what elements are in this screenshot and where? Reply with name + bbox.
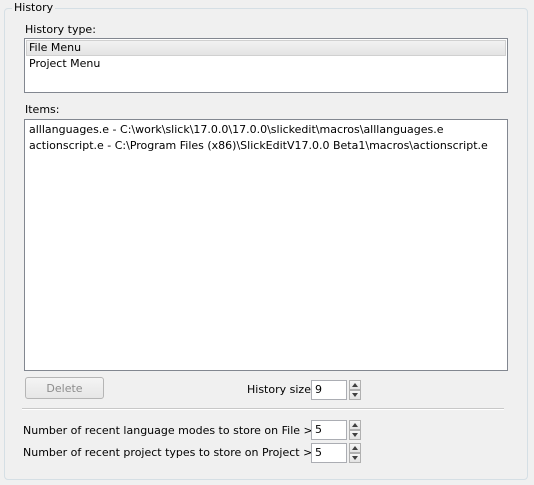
items-list[interactable]: alllanguages.e - C:\work\slick\17.0.0\17… bbox=[24, 119, 508, 371]
delete-button[interactable]: Delete bbox=[25, 377, 104, 399]
items-row[interactable]: actionscript.e - C:\Program Files (x86)\… bbox=[26, 138, 506, 154]
recent-project-types-spinner[interactable]: 5 bbox=[311, 443, 363, 463]
triangle-down-icon[interactable] bbox=[349, 390, 361, 400]
history-group-title: History bbox=[12, 1, 56, 15]
recent-project-types-input[interactable]: 5 bbox=[311, 443, 347, 463]
history-size-label: History size: bbox=[247, 383, 315, 396]
history-type-list[interactable]: File Menu Project Menu bbox=[24, 38, 508, 93]
history-size-input[interactable]: 9 bbox=[311, 380, 347, 400]
items-row[interactable]: alllanguages.e - C:\work\slick\17.0.0\17… bbox=[26, 122, 506, 138]
recent-language-modes-spinner[interactable]: 5 bbox=[311, 420, 363, 440]
triangle-up-icon[interactable] bbox=[349, 380, 361, 390]
triangle-down-icon[interactable] bbox=[349, 453, 361, 463]
recent-language-modes-arrows[interactable] bbox=[349, 420, 361, 440]
triangle-up-icon[interactable] bbox=[349, 443, 361, 453]
history-type-label: History type: bbox=[25, 23, 96, 36]
recent-language-modes-label: Number of recent language modes to store… bbox=[23, 424, 344, 437]
history-size-spinner[interactable]: 9 bbox=[311, 380, 363, 400]
history-type-item-project-menu[interactable]: Project Menu bbox=[26, 56, 506, 72]
triangle-up-icon[interactable] bbox=[349, 420, 361, 430]
recent-project-types-label: Number of recent project types to store … bbox=[23, 446, 343, 459]
history-type-item-file-menu[interactable]: File Menu bbox=[26, 40, 506, 56]
items-label: Items: bbox=[25, 103, 60, 116]
triangle-down-icon[interactable] bbox=[349, 430, 361, 440]
recent-language-modes-input[interactable]: 5 bbox=[311, 420, 347, 440]
separator bbox=[22, 408, 504, 410]
recent-project-types-arrows[interactable] bbox=[349, 443, 361, 463]
history-size-arrows[interactable] bbox=[349, 380, 361, 400]
